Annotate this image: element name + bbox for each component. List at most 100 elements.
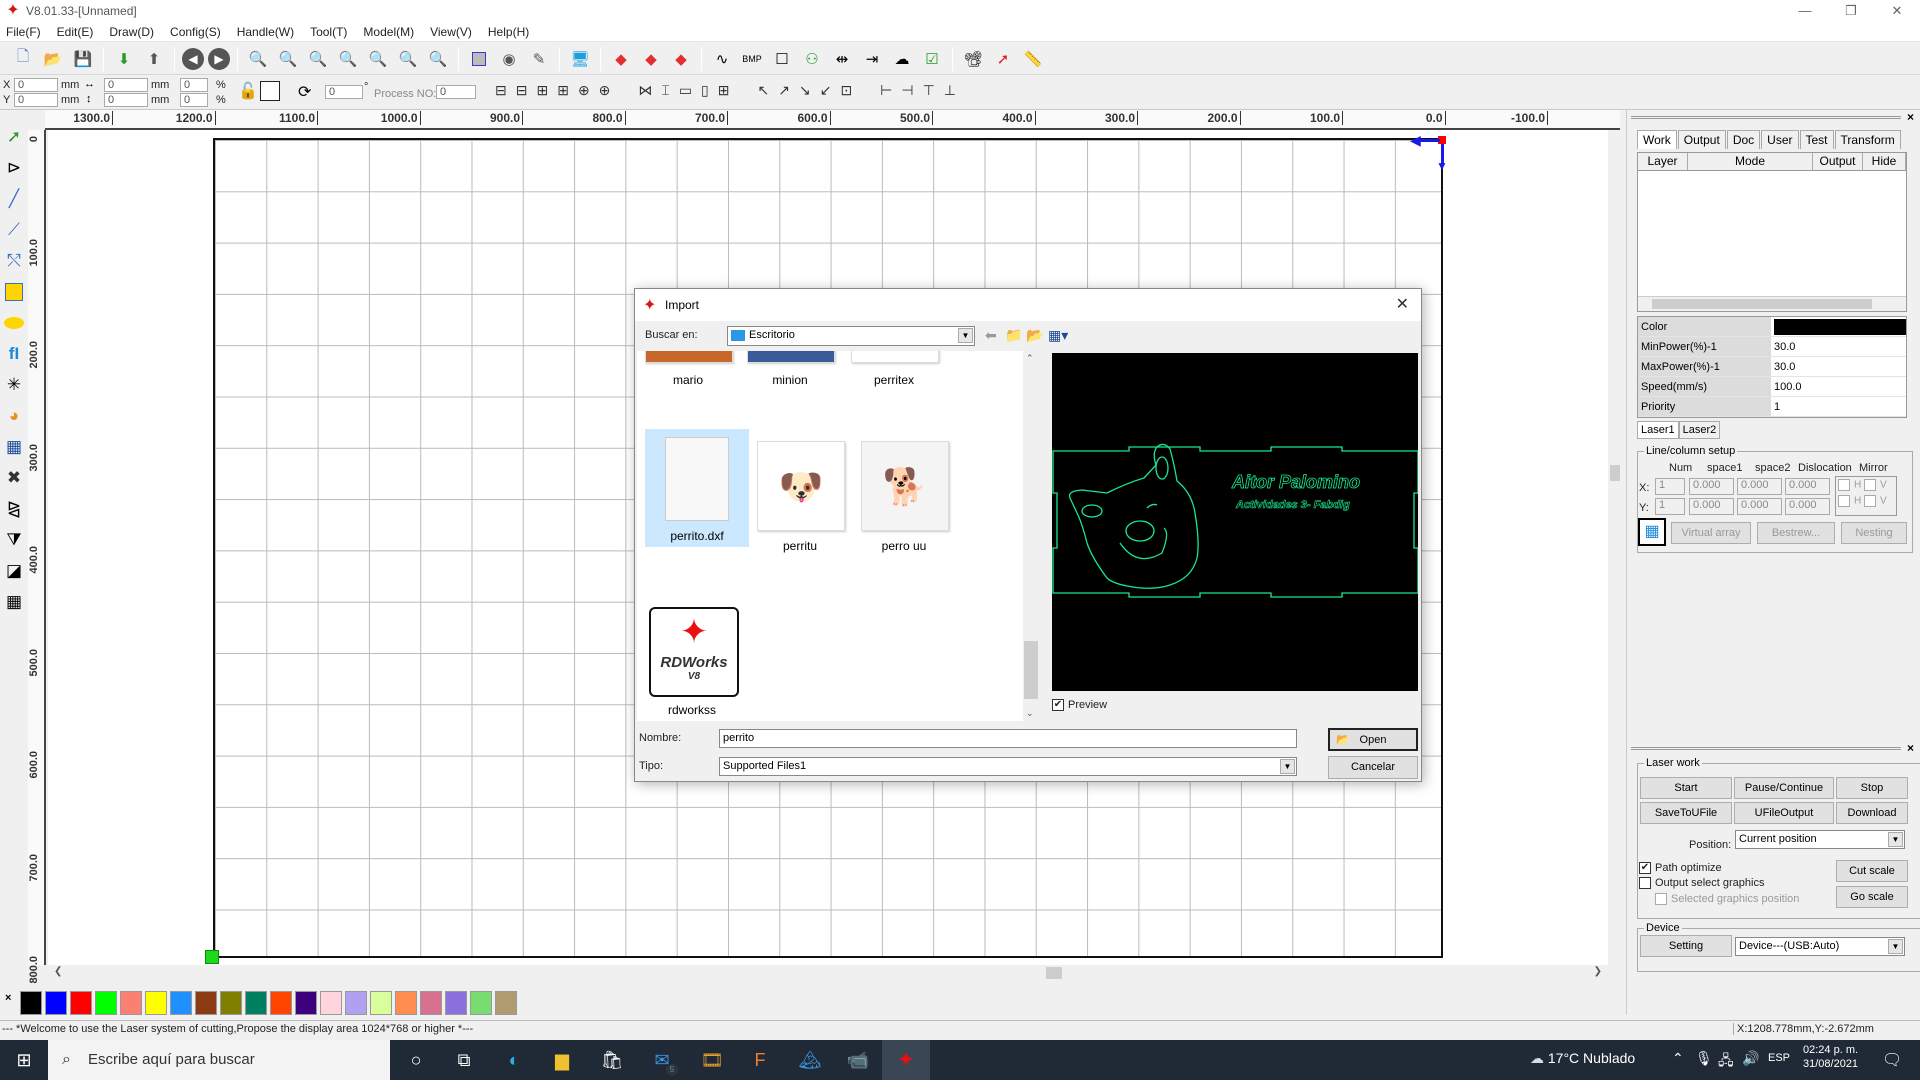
width-lock-icon[interactable]: ↔ (84, 78, 95, 90)
x-num-input[interactable]: 1 (1655, 478, 1685, 495)
laser-device-icon[interactable]: 📽 (960, 46, 986, 72)
color-swatch[interactable] (295, 991, 317, 1015)
color-swatch[interactable] (220, 991, 242, 1015)
open-folder-icon[interactable]: 📂 (40, 46, 66, 72)
bestrew-button[interactable]: Bestrew... (1757, 522, 1835, 544)
weather-widget[interactable]: ☁ 17°C Nublado (1530, 1050, 1635, 1067)
color-swatch[interactable] (245, 991, 267, 1015)
panel-close-icon[interactable]: × (1907, 110, 1914, 124)
tab-work[interactable]: Work (1637, 130, 1677, 149)
color-swatch[interactable] (270, 991, 292, 1015)
selected-position-option[interactable]: Selected graphics position (1655, 893, 1799, 906)
node-edit-icon[interactable]: ⊳ (1, 154, 27, 182)
dialog-close-icon[interactable]: ✕ (1396, 294, 1409, 314)
equal-hspace-icon[interactable]: ⋈ (638, 82, 652, 99)
color-swatch[interactable] (345, 991, 367, 1015)
tab-transform[interactable]: Transform (1834, 130, 1901, 149)
microphone-icon[interactable]: 🎙 (1695, 1050, 1713, 1067)
zoom-app-icon[interactable]: 📹 (846, 1048, 870, 1072)
horizontal-scrollbar[interactable]: ❮ ❯ (48, 965, 1608, 983)
minimize-button[interactable]: — (1782, 0, 1828, 22)
file-item[interactable]: perritex (851, 351, 939, 387)
grid-array-icon[interactable]: ▦ (1, 433, 27, 461)
y-space1-input[interactable]: 0.000 (1689, 498, 1734, 515)
menu-model[interactable]: Model(M) (363, 25, 414, 39)
rectangle-icon[interactable]: ☐ (769, 46, 795, 72)
group-text-icon[interactable]: ◆ (608, 46, 634, 72)
zoom-icon[interactable]: 🔍 (425, 46, 451, 72)
color-swatch[interactable] (95, 991, 117, 1015)
height-input[interactable]: 0 (104, 93, 148, 107)
array-setup-icon[interactable]: ▦ (1638, 518, 1666, 546)
y-mirror-v-checkbox[interactable] (1864, 495, 1877, 507)
max-power-value[interactable]: 30.0 (1771, 357, 1906, 376)
preview-checkbox[interactable]: ✔ (1052, 699, 1064, 712)
color-swatch[interactable] (370, 991, 392, 1015)
x-mirror-h-checkbox[interactable] (1838, 479, 1850, 491)
color-swatch[interactable] (45, 991, 67, 1015)
height-lock-icon[interactable]: ↕ (86, 93, 92, 105)
zoom-all-icon[interactable]: 🔍 (395, 46, 421, 72)
distance-icon[interactable]: ⇹ (829, 46, 855, 72)
select-arrow-icon[interactable]: ➚ (1, 123, 27, 151)
ungroup-icon[interactable]: ◆ (668, 46, 694, 72)
vertical-scrollbar[interactable] (1608, 130, 1622, 965)
photos-icon[interactable]: 🏔 (798, 1048, 822, 1072)
download-button[interactable]: Download (1836, 802, 1908, 824)
network-icon[interactable]: 🖧 (1718, 1050, 1734, 1074)
virtual-array-button[interactable]: Virtual array (1671, 522, 1751, 544)
palette-close-icon[interactable]: × (5, 992, 11, 1004)
color-swatch[interactable] (170, 991, 192, 1015)
col-hide[interactable]: Hide (1863, 153, 1906, 170)
file-item-selected[interactable]: perrito.dxf (645, 429, 749, 547)
file-item[interactable]: minion (747, 351, 835, 387)
file-list[interactable]: mario minion perritex perrito.dxf 🐶 perr… (637, 351, 1029, 721)
redo-icon[interactable]: ▶ (208, 47, 230, 70)
scale-x-input[interactable]: 0 (180, 78, 208, 92)
color-swatch[interactable] (445, 991, 467, 1015)
scale-y-input[interactable]: 0 (180, 93, 208, 107)
menu-draw[interactable]: Draw(D) (109, 25, 154, 39)
new-folder-icon[interactable]: 📂 (1026, 327, 1043, 344)
x-space1-input[interactable]: 0.000 (1689, 478, 1734, 495)
align-left-icon[interactable]: ⊟ (495, 82, 507, 99)
y-num-input[interactable]: 1 (1655, 498, 1685, 515)
tab-test[interactable]: Test (1799, 130, 1834, 149)
x-space2-input[interactable]: 0.000 (1737, 478, 1782, 495)
video-editor-icon[interactable]: 🎞 (700, 1048, 724, 1072)
rotate-input[interactable]: 0 (325, 85, 363, 99)
start-button[interactable]: Start (1640, 777, 1732, 799)
min-power-value[interactable]: 30.0 (1771, 337, 1906, 356)
y-position-input[interactable]: 0 (14, 93, 58, 107)
move-bottom-left-icon[interactable]: ↙ (820, 82, 832, 99)
col-output[interactable]: Output (1813, 153, 1863, 170)
delete-icon[interactable]: ✖ (1, 464, 27, 492)
preview-option[interactable]: ✔ Preview (1052, 699, 1107, 712)
lock-icon[interactable]: 🔓 (238, 81, 258, 101)
align-right-icon[interactable]: ⊟ (516, 82, 528, 99)
up-folder-icon[interactable]: 📁 (1005, 327, 1022, 344)
line-icon[interactable]: ╱ (1, 185, 27, 213)
check-list-icon[interactable]: ☑ (919, 46, 945, 72)
mail-icon[interactable]: ✉ 5 (650, 1048, 678, 1076)
look-in-dropdown[interactable]: Escritorio ▼ (727, 326, 975, 346)
y-dislocation-input[interactable]: 0.000 (1785, 498, 1830, 515)
menu-view[interactable]: View(V) (430, 25, 472, 39)
output-select-checkbox[interactable] (1639, 877, 1651, 890)
open-button[interactable]: 📂 Open (1328, 728, 1418, 751)
cancel-button[interactable]: Cancelar (1328, 756, 1418, 779)
nesting-button[interactable]: Nesting (1841, 522, 1907, 544)
x-dislocation-input[interactable]: 0.000 (1785, 478, 1830, 495)
color-swatch[interactable] (1774, 319, 1906, 335)
scroll-thumb[interactable] (1046, 967, 1062, 979)
tab-laser1[interactable]: Laser1 (1637, 421, 1679, 439)
path-optimize-checkbox[interactable]: ✔ (1639, 862, 1651, 875)
tab-laser2[interactable]: Laser2 (1678, 421, 1721, 439)
mirror-vertical-icon[interactable]: ⧩ (1, 526, 27, 554)
fusion-icon[interactable]: F (748, 1048, 772, 1072)
dot-tool-icon[interactable]: ✳ (1, 371, 27, 399)
taskbar-search[interactable]: ⌕ Escribe aquí para buscar (48, 1040, 390, 1080)
move-top-right-icon[interactable]: ↗ (778, 82, 790, 99)
mirror-horizontal-icon[interactable]: ⧎ (1, 495, 27, 523)
go-scale-button[interactable]: Go scale (1836, 886, 1908, 908)
